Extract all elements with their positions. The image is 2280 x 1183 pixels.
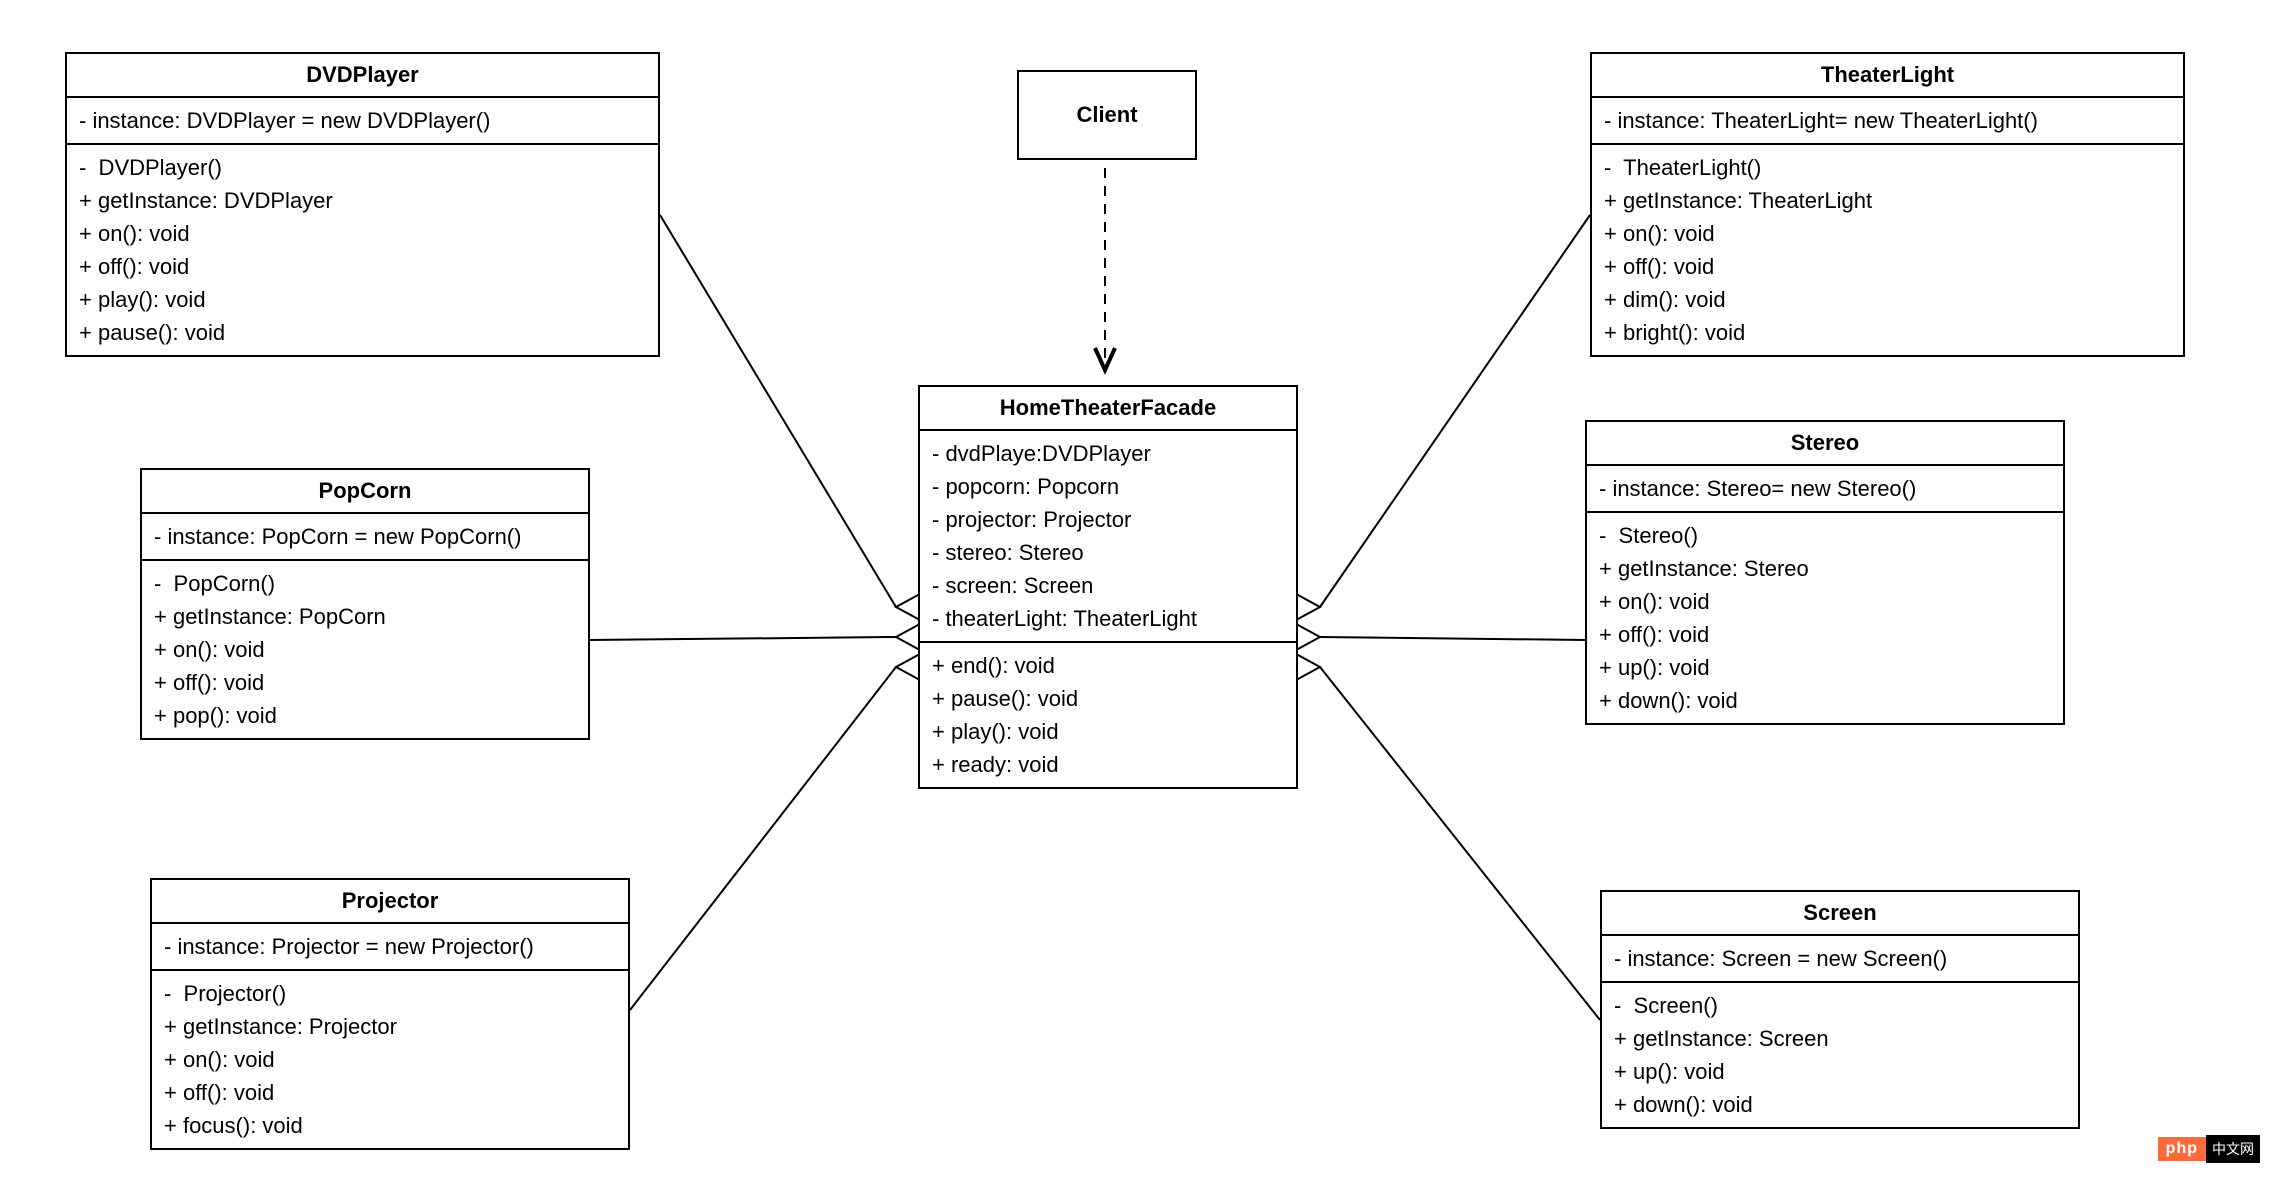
class-member-row: + off(): void — [154, 666, 576, 699]
class-title: Projector — [152, 880, 628, 924]
class-member-row: + pop(): void — [154, 699, 576, 732]
class-member-row: - instance: Projector = new Projector() — [164, 930, 616, 963]
watermark: php 中文网 — [2158, 1135, 2260, 1163]
class-methods: - Screen()+ getInstance: Screen+ up(): v… — [1602, 983, 2078, 1127]
class-member-row: - Projector() — [164, 977, 616, 1010]
class-attrs: - instance: Projector = new Projector() — [152, 924, 628, 971]
class-member-row: + getInstance: TheaterLight — [1604, 184, 2171, 217]
class-member-row: + on(): void — [154, 633, 576, 666]
class-methods: - PopCorn()+ getInstance: PopCorn+ on():… — [142, 561, 588, 738]
class-title: HomeTheaterFacade — [920, 387, 1296, 431]
class-member-row: + off(): void — [1604, 250, 2171, 283]
class-title: TheaterLight — [1592, 54, 2183, 98]
class-attrs: - instance: DVDPlayer = new DVDPlayer() — [67, 98, 658, 145]
class-member-row: - instance: DVDPlayer = new DVDPlayer() — [79, 104, 646, 137]
class-member-row: + dim(): void — [1604, 283, 2171, 316]
class-dvdplayer: DVDPlayer - instance: DVDPlayer = new DV… — [65, 52, 660, 357]
class-member-row: - Screen() — [1614, 989, 2066, 1022]
class-attrs: - instance: Screen = new Screen() — [1602, 936, 2078, 983]
class-member-row: + off(): void — [164, 1076, 616, 1109]
class-attrs: - dvdPlaye:DVDPlayer- popcorn: Popcorn- … — [920, 431, 1296, 643]
class-member-row: - instance: TheaterLight= new TheaterLig… — [1604, 104, 2171, 137]
class-member-row: + pause(): void — [79, 316, 646, 349]
class-member-row: + getInstance: Projector — [164, 1010, 616, 1043]
class-member-row: - screen: Screen — [932, 569, 1284, 602]
class-member-row: + on(): void — [164, 1043, 616, 1076]
class-attrs: - instance: TheaterLight= new TheaterLig… — [1592, 98, 2183, 145]
class-attrs: - instance: Stereo= new Stereo() — [1587, 466, 2063, 513]
class-member-row: + getInstance: Screen — [1614, 1022, 2066, 1055]
class-title: Stereo — [1587, 422, 2063, 466]
class-member-row: + end(): void — [932, 649, 1284, 682]
class-projector: Projector - instance: Projector = new Pr… — [150, 878, 630, 1150]
class-member-row: - Stereo() — [1599, 519, 2051, 552]
class-attrs: - instance: PopCorn = new PopCorn() — [142, 514, 588, 561]
class-member-row: - theaterLight: TheaterLight — [932, 602, 1284, 635]
class-member-row: + play(): void — [932, 715, 1284, 748]
class-methods: + end(): void+ pause(): void+ play(): vo… — [920, 643, 1296, 787]
class-member-row: + down(): void — [1614, 1088, 2066, 1121]
class-member-row: - projector: Projector — [932, 503, 1284, 536]
class-screen: Screen - instance: Screen = new Screen()… — [1600, 890, 2080, 1129]
class-member-row: + on(): void — [1604, 217, 2171, 250]
class-member-row: - PopCorn() — [154, 567, 576, 600]
class-member-row: + down(): void — [1599, 684, 2051, 717]
class-popcorn: PopCorn - instance: PopCorn = new PopCor… — [140, 468, 590, 740]
class-methods: - Stereo()+ getInstance: Stereo+ on(): v… — [1587, 513, 2063, 723]
class-member-row: + pause(): void — [932, 682, 1284, 715]
class-member-row: + play(): void — [79, 283, 646, 316]
class-member-row: + off(): void — [79, 250, 646, 283]
class-member-row: - instance: Screen = new Screen() — [1614, 942, 2066, 975]
class-member-row: + on(): void — [1599, 585, 2051, 618]
class-methods: - DVDPlayer()+ getInstance: DVDPlayer+ o… — [67, 145, 658, 355]
class-member-row: + focus(): void — [164, 1109, 616, 1142]
class-member-row: - TheaterLight() — [1604, 151, 2171, 184]
class-title: Screen — [1602, 892, 2078, 936]
watermark-right: 中文网 — [2206, 1135, 2260, 1163]
class-title: DVDPlayer — [67, 54, 658, 98]
class-member-row: + up(): void — [1599, 651, 2051, 684]
class-hometheater: HomeTheaterFacade - dvdPlaye:DVDPlayer- … — [918, 385, 1298, 789]
watermark-left: php — [2158, 1137, 2206, 1161]
class-member-row: + up(): void — [1614, 1055, 2066, 1088]
class-member-row: - stereo: Stereo — [932, 536, 1284, 569]
class-member-row: - DVDPlayer() — [79, 151, 646, 184]
class-member-row: + on(): void — [79, 217, 646, 250]
class-member-row: + getInstance: PopCorn — [154, 600, 576, 633]
class-member-row: + getInstance: DVDPlayer — [79, 184, 646, 217]
class-member-row: - instance: Stereo= new Stereo() — [1599, 472, 2051, 505]
class-title: PopCorn — [142, 470, 588, 514]
class-member-row: - dvdPlaye:DVDPlayer — [932, 437, 1284, 470]
class-member-row: - instance: PopCorn = new PopCorn() — [154, 520, 576, 553]
class-member-row: + bright(): void — [1604, 316, 2171, 349]
class-member-row: + ready: void — [932, 748, 1284, 781]
class-methods: - Projector()+ getInstance: Projector+ o… — [152, 971, 628, 1148]
class-client: Client — [1017, 70, 1197, 160]
class-stereo: Stereo - instance: Stereo= new Stereo() … — [1585, 420, 2065, 725]
class-member-row: - popcorn: Popcorn — [932, 470, 1284, 503]
class-theaterlight: TheaterLight - instance: TheaterLight= n… — [1590, 52, 2185, 357]
class-member-row: + off(): void — [1599, 618, 2051, 651]
class-member-row: + getInstance: Stereo — [1599, 552, 2051, 585]
class-title: Client — [1019, 72, 1195, 158]
class-methods: - TheaterLight()+ getInstance: TheaterLi… — [1592, 145, 2183, 355]
